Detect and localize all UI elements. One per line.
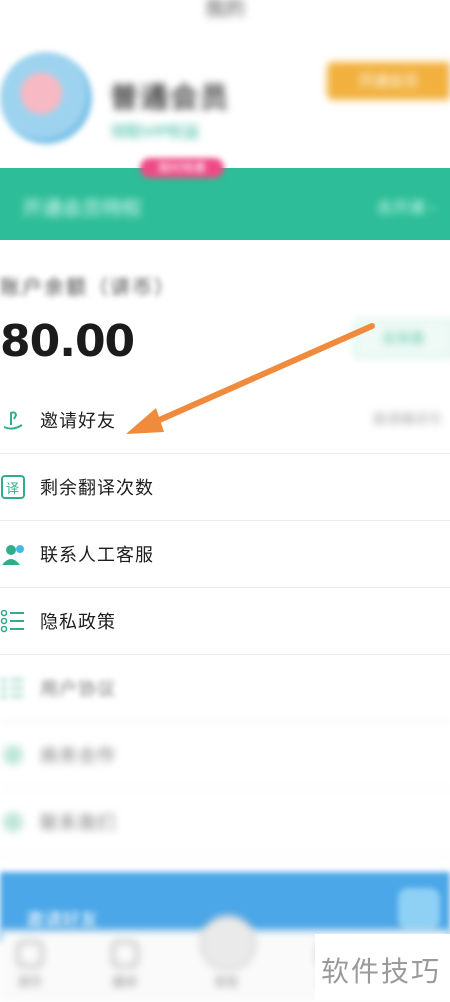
menu-label: 邀请好友 <box>40 411 116 432</box>
promo-badge: 限时特惠 <box>140 158 224 178</box>
customer-service-icon <box>2 545 24 565</box>
watermark-text: 软件技巧 <box>321 955 442 988</box>
chat-icon[interactable] <box>398 888 440 930</box>
menu-item-privacy[interactable]: 隐私政策 <box>0 588 450 655</box>
list-icon <box>1 679 24 698</box>
settings-menu: 邀请好友 邀请赚讲币 译 剩余翻译次数 联系人工客服 隐私政策 用户协议 商务合… <box>0 387 450 856</box>
home-icon <box>17 941 43 967</box>
svg-text:译: 译 <box>6 482 19 497</box>
watermark: 软件技巧 <box>315 934 450 1001</box>
page-title: 我的 <box>205 0 245 20</box>
tab-label: 首页 <box>17 975 42 989</box>
menu-label: 用户协议 <box>40 679 116 700</box>
balance-label: 账户余额（讲币） <box>0 275 176 299</box>
member-level: 普通会员 <box>110 81 231 114</box>
translate-icon: 译 <box>1 475 25 499</box>
menu-label: 联系人工客服 <box>40 545 154 566</box>
balance-value: 80.00 <box>0 316 135 367</box>
tab-home[interactable]: 首页 <box>0 941 60 990</box>
menu-item-customer-service[interactable]: 联系人工客服 <box>0 521 450 588</box>
avatar[interactable] <box>0 52 92 144</box>
translate-tab-icon <box>112 941 138 967</box>
tab-label: 发现 <box>213 975 238 989</box>
invite-banner-text: 邀请好友 <box>26 910 98 931</box>
menu-label: 联系我们 <box>40 813 116 834</box>
vip-banner-text: 开通会员特权 <box>22 196 142 220</box>
menu-item-terms[interactable]: 用户协议 <box>0 655 450 722</box>
tab-translate[interactable]: 翻译 <box>95 941 155 990</box>
vip-banner[interactable]: 开通会员特权 去开通 › <box>0 168 450 240</box>
menu-item-translations[interactable]: 译 剩余翻译次数 <box>0 454 450 521</box>
recharge-button[interactable]: 去充值 <box>354 320 450 358</box>
phone-icon <box>3 812 23 832</box>
center-action-button[interactable] <box>200 915 256 971</box>
menu-item-invite[interactable]: 邀请好友 邀请赚讲币 <box>0 387 450 454</box>
menu-item-contact[interactable]: 联系我们 <box>0 789 450 856</box>
menu-item-business[interactable]: 商务合作 <box>0 722 450 789</box>
menu-hint: 邀请赚讲币 <box>372 412 442 428</box>
vip-banner-action[interactable]: 去开通 › <box>377 194 437 218</box>
menu-label: 剩余翻译次数 <box>40 478 154 499</box>
upgrade-button[interactable]: 开通会员 <box>327 62 450 100</box>
member-subtitle[interactable]: 领取VIP权益 <box>110 118 199 142</box>
list-icon <box>0 609 24 633</box>
menu-label: 商务合作 <box>40 746 116 767</box>
phone-icon <box>3 745 23 765</box>
tab-label: 翻译 <box>112 975 137 989</box>
menu-label: 隐私政策 <box>40 612 116 633</box>
invite-icon <box>3 411 23 430</box>
